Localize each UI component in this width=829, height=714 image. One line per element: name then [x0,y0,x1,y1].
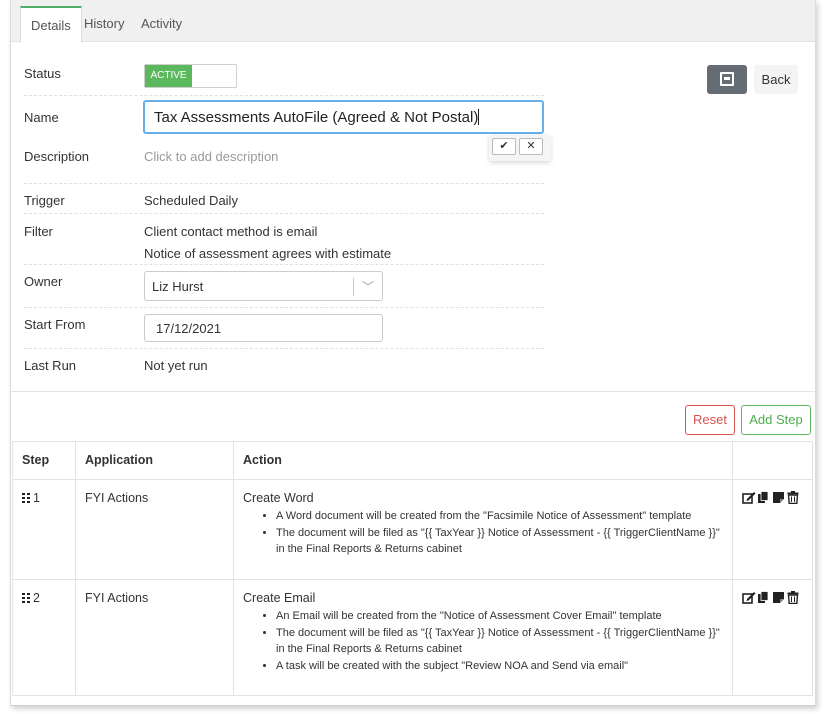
tab-activity[interactable]: Activity [131,6,192,42]
header-application: Application [75,441,234,480]
back-button[interactable]: Back [754,65,798,94]
status-toggle[interactable]: ACTIVE [144,64,237,88]
name-input[interactable]: Tax Assessments AutoFile (Agreed & Not P… [143,100,544,134]
status-toggle-label: ACTIVE [145,65,192,87]
header-step: Step [12,441,76,480]
start-date-input[interactable]: 17/12/2021 [144,314,383,342]
filter-condition-1: Client contact method is email [144,224,318,239]
reset-button[interactable]: Reset [685,405,735,435]
action-title: Create Email [243,591,316,605]
copy-icon[interactable] [757,491,771,504]
action-details: An Email will be created from the "Notic… [276,608,723,674]
application-cell: FYI Actions [75,579,234,696]
table-row: 2 FYI Actions Create Email An Email will… [12,579,813,696]
add-step-button[interactable]: Add Step [741,405,811,435]
action-cell: Create Email An Email will be created fr… [233,579,733,696]
step-cell: 1 [12,479,76,580]
action-detail: A task will be created with the subject … [276,658,723,675]
name-input-value: Tax Assessments AutoFile (Agreed & Not P… [154,109,479,126]
tab-history[interactable]: History [74,6,134,42]
last-run-label: Last Run [24,358,77,373]
action-detail: A Word document will be created from the… [276,508,723,525]
note-icon[interactable] [772,491,786,504]
description-placeholder[interactable]: Click to add description [144,149,278,164]
automation-panel: Details History Activity Status ACTIVE N… [10,0,816,706]
action-cell: Create Word A Word document will be crea… [233,479,733,580]
description-label: Description [24,149,90,164]
header-action: Action [233,441,733,480]
tab-details[interactable]: Details [20,6,82,43]
archive-icon [720,72,734,86]
copy-icon[interactable] [757,591,771,604]
row-controls-cell [732,479,813,580]
step-cell: 2 [12,579,76,696]
step-number: 1 [33,491,40,505]
owner-label: Owner [24,274,63,289]
owner-select[interactable]: Liz Hurst ﹀ [144,271,383,301]
drag-handle-icon[interactable] [22,493,30,503]
start-from-label: Start From [24,317,86,332]
chevron-down-icon[interactable]: ﹀ [362,278,374,295]
application-cell: FYI Actions [75,479,234,580]
trash-icon[interactable] [787,591,801,605]
trigger-value: Scheduled Daily [144,193,238,208]
drag-handle-icon[interactable] [22,593,30,603]
status-row: Status [24,56,544,96]
trigger-label: Trigger [24,193,65,208]
note-icon[interactable] [772,591,786,604]
last-run-value: Not yet run [144,358,208,373]
action-detail: The document will be filed as "{{ TaxYea… [276,625,723,658]
edit-icon[interactable] [742,491,756,504]
last-run-row: Last Run Not yet run [24,349,544,379]
table-header-row: Step Application Action [12,441,813,480]
row-controls-cell [732,579,813,696]
action-detail: An Email will be created from the "Notic… [276,608,723,625]
name-label: Name [24,110,59,125]
archive-button[interactable] [707,65,747,94]
header-controls [732,441,813,480]
trash-icon[interactable] [787,491,801,505]
tab-bar: Details History Activity [11,0,815,43]
action-title: Create Word [243,491,314,505]
steps-table: Step Application Action 1 FYI Actions Cr… [12,441,813,696]
select-separator [353,278,354,296]
edit-icon[interactable] [742,591,756,604]
owner-select-value: Liz Hurst [152,279,204,294]
section-divider [11,391,815,392]
filter-label: Filter [24,224,53,239]
description-row: Description Click to add description [24,139,544,184]
filter-condition-2: Notice of assessment agrees with estimat… [144,246,392,261]
status-label: Status [24,66,61,81]
filter-row: Filter Client contact method is email No… [24,214,544,265]
trigger-row: Trigger Scheduled Daily [24,184,544,214]
action-details: A Word document will be created from the… [276,508,723,558]
table-row: 1 FYI Actions Create Word A Word documen… [12,479,813,580]
action-detail: The document will be filed as "{{ TaxYea… [276,525,723,558]
step-number: 2 [33,591,40,605]
